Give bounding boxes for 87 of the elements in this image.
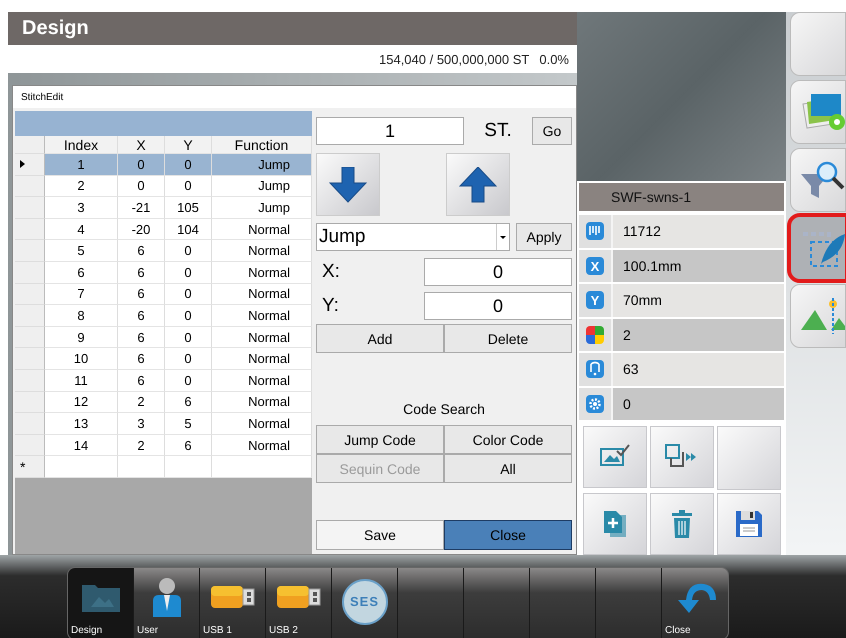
x-label: X:: [321, 261, 340, 283]
add-page-icon: [602, 509, 628, 539]
jump-stitch-icon: [586, 360, 604, 378]
function-dropdown[interactable]: Jump: [316, 223, 510, 251]
table-row[interactable]: 14 2 6 Normal: [15, 434, 312, 456]
needles-icon: [586, 222, 604, 240]
usb-taskbar-button[interactable]: USB 1: [200, 568, 266, 638]
info-value: 63: [622, 361, 639, 378]
stitch-number-field[interactable]: 1: [316, 117, 464, 145]
design-taskbar-button[interactable]: Design: [68, 568, 134, 638]
table-row[interactable]: 3 -21 105 Jump: [15, 197, 312, 219]
usb-drive-icon: [210, 586, 254, 608]
dialog-button[interactable]: Save: [316, 520, 444, 550]
table-row[interactable]: 4 -20 104 Normal: [15, 218, 312, 240]
color-squares-icon: [586, 326, 604, 344]
window-title: Design: [22, 17, 89, 40]
code-search-button[interactable]: Jump Code: [316, 425, 444, 454]
progress-percent: 0.0%: [539, 52, 569, 66]
gear-icon: [586, 394, 604, 413]
new-row-cell[interactable]: [165, 456, 212, 478]
new-row-marker: *: [20, 458, 26, 475]
filter-search-button[interactable]: [790, 148, 846, 212]
code-search-button[interactable]: All: [444, 454, 572, 483]
down-arrow-icon: [329, 166, 367, 202]
x-badge-icon: X: [586, 256, 604, 275]
delete-button[interactable]: [650, 493, 714, 555]
y-label: Y:: [321, 295, 339, 317]
x-field[interactable]: 0: [424, 258, 572, 286]
table-row[interactable]: 8 6 0 Normal: [15, 305, 312, 327]
trash-icon: [672, 510, 692, 538]
table-row[interactable]: 9 6 0 Normal: [15, 326, 312, 348]
mirror-mountains-icon: [799, 296, 845, 336]
code-search-label: Code Search: [403, 401, 485, 417]
go-button[interactable]: Go: [532, 117, 572, 145]
apply-button[interactable]: Apply: [516, 223, 572, 251]
table-row[interactable]: 5 6 0 Normal: [15, 240, 312, 262]
close-taskbar-button[interactable]: Close: [662, 568, 728, 638]
st-label: ST.: [483, 120, 513, 142]
up-arrow-button[interactable]: [446, 153, 510, 216]
info-value: 70mm: [622, 292, 662, 308]
dialog-title: StitchEdit: [21, 92, 64, 102]
save-button[interactable]: [717, 493, 781, 555]
up-arrow-icon: [459, 166, 497, 202]
table-row[interactable]: 12 2 6 Normal: [15, 392, 312, 414]
table-row[interactable]: 7 6 0 Normal: [15, 284, 312, 306]
down-arrow-button[interactable]: [316, 153, 380, 216]
person-icon: [150, 576, 182, 616]
delete-button[interactable]: Delete: [444, 324, 572, 353]
y-badge-icon: Y: [586, 291, 604, 310]
table-row[interactable]: 11 6 0 Normal: [15, 370, 312, 392]
logo-badge: SES: [342, 578, 388, 624]
usb-drive-icon: [276, 586, 320, 608]
add-button[interactable]: [583, 493, 647, 555]
mirror-button[interactable]: [790, 284, 846, 348]
y-field[interactable]: 0: [424, 292, 572, 320]
info-value: 100.1mm: [622, 258, 682, 274]
user-taskbar-button[interactable]: User: [134, 568, 200, 638]
photos-button[interactable]: [790, 80, 846, 144]
info-value: 11712: [622, 223, 661, 240]
image-check-button[interactable]: [583, 426, 647, 488]
table-cell: 1: [45, 154, 118, 176]
table-cell: 0: [165, 154, 212, 176]
empty-tile: [717, 426, 781, 490]
dialog-button[interactable]: Close: [444, 520, 572, 550]
move-button[interactable]: [650, 426, 714, 488]
table-cell: Jump: [212, 154, 312, 176]
current-row-icon: [20, 160, 25, 168]
table-row[interactable]: 13 3 5 Normal: [15, 413, 312, 435]
new-row-cell[interactable]: [118, 456, 165, 478]
info-value: 0: [622, 396, 631, 412]
code-search-button[interactable]: Color Code: [444, 425, 572, 454]
new-row-cell[interactable]: [45, 456, 118, 478]
info-value: 2: [622, 326, 631, 343]
table-row[interactable]: 2 0 0 Jump: [15, 176, 312, 198]
save-icon: [735, 510, 763, 538]
table-row[interactable]: 10 6 0 Normal: [15, 348, 312, 370]
add-button[interactable]: Add: [316, 324, 444, 353]
filter-search-icon: [799, 160, 845, 200]
new-row-cell[interactable]: [212, 456, 312, 478]
table-row[interactable]: 1 0 0 Jump: [15, 154, 312, 176]
design-name: SWF-swns-1: [611, 189, 692, 206]
stitch-count: 154,040 / 500,000,000 ST: [379, 52, 530, 66]
table-row[interactable]: 6 6 0 Normal: [15, 262, 312, 284]
edit-area-button[interactable]: [790, 216, 846, 280]
table-cell: 0: [118, 154, 165, 176]
usb-taskbar-button[interactable]: USB 2: [266, 568, 332, 638]
dropdown-caret-icon: [500, 236, 506, 238]
